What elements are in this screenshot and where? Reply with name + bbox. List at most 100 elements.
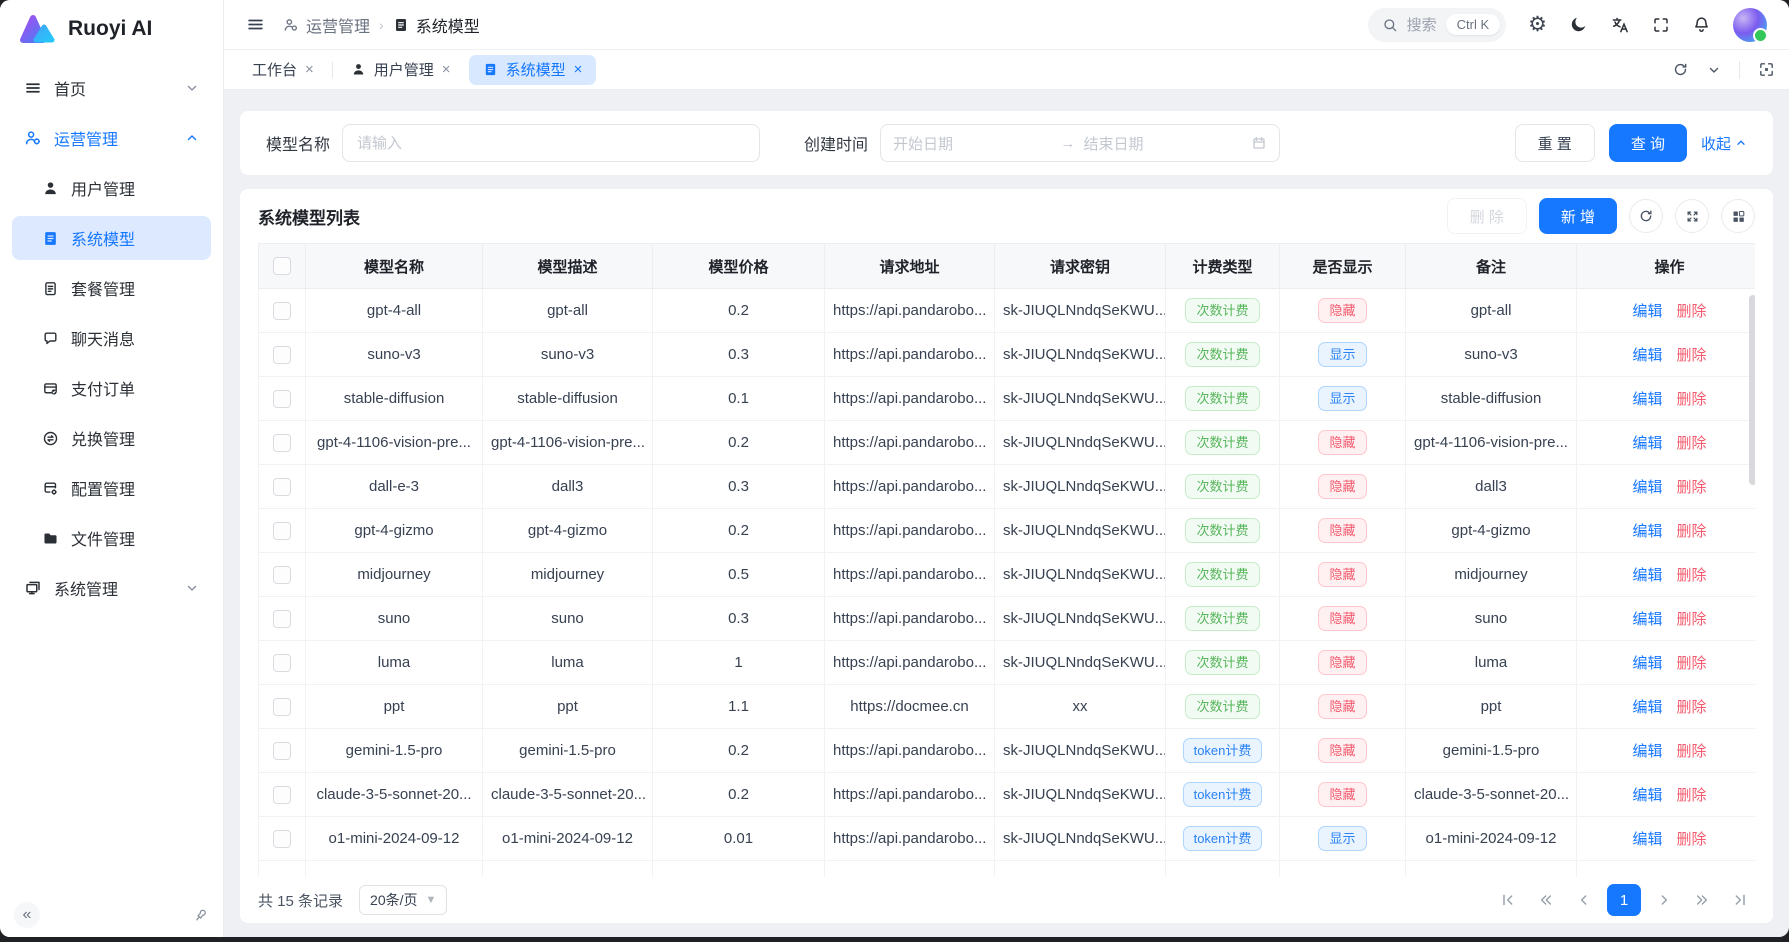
row-checkbox[interactable] (273, 522, 291, 540)
delete-link[interactable]: 删除 (1677, 435, 1707, 452)
sidebar-item-chat-messages[interactable]: 聊天消息 (12, 316, 211, 360)
global-search[interactable]: 搜索 Ctrl K (1368, 8, 1507, 42)
first-page-icon[interactable] (1493, 885, 1523, 915)
delete-link[interactable]: 删除 (1677, 303, 1707, 320)
add-button[interactable]: 新 增 (1539, 198, 1617, 234)
tab-workbench[interactable]: 工作台 × (238, 55, 328, 85)
row-checkbox[interactable] (273, 786, 291, 804)
avatar[interactable] (1733, 8, 1767, 42)
delete-link[interactable]: 删除 (1677, 787, 1707, 804)
row-checkbox[interactable] (273, 346, 291, 364)
model-name-input[interactable] (342, 124, 760, 162)
row-checkbox[interactable] (273, 390, 291, 408)
tab-user-management[interactable]: 用户管理 × (337, 55, 465, 85)
query-button[interactable]: 查 询 (1609, 124, 1687, 162)
delete-link[interactable]: 删除 (1677, 347, 1707, 364)
date-range-input[interactable]: 开始日期 → 结束日期 (880, 124, 1280, 162)
table-scrollbar[interactable] (1749, 295, 1755, 485)
delete-link[interactable]: 删除 (1677, 391, 1707, 408)
cell-billing-type: 次数计费 (1166, 509, 1280, 553)
table-row: dall-e-3dall30.3https://api.pandarobo...… (259, 465, 1756, 509)
translate-icon[interactable] (1610, 15, 1630, 35)
next-page-icon[interactable] (1649, 885, 1679, 915)
edit-link[interactable]: 编辑 (1632, 523, 1662, 540)
current-page[interactable]: 1 (1607, 884, 1641, 916)
cell-remark: gemini-1.5-pro (1406, 729, 1577, 773)
prev-page-icon[interactable] (1569, 885, 1599, 915)
fullscreen-icon[interactable] (1652, 16, 1670, 34)
sidebar-item-home[interactable]: 首页 (12, 66, 211, 110)
sidebar-collapse-button[interactable]: « (14, 902, 40, 928)
row-checkbox[interactable] (273, 566, 291, 584)
cell-request-key: sk-JIUQLNndqSeKWU... (995, 729, 1166, 773)
moon-icon[interactable] (1569, 15, 1588, 34)
pin-icon[interactable] (189, 903, 213, 927)
delete-link[interactable]: 删除 (1677, 831, 1707, 848)
edit-link[interactable]: 编辑 (1632, 479, 1662, 496)
close-icon[interactable]: × (442, 61, 451, 78)
delete-link[interactable]: 删除 (1677, 611, 1707, 628)
settings-icon[interactable]: ⚙ (1528, 14, 1547, 35)
sidebar-item-config-management[interactable]: 配置管理 (12, 466, 211, 510)
sidebar-item-payment-orders[interactable]: 支付订单 (12, 366, 211, 410)
page-size-select[interactable]: 20条/页 ▼ (359, 885, 447, 915)
close-icon[interactable]: × (574, 61, 583, 78)
content-fullscreen-icon[interactable] (1758, 61, 1775, 78)
select-all-checkbox[interactable] (273, 257, 291, 275)
refresh-icon[interactable] (1672, 61, 1689, 78)
delete-link[interactable]: 删除 (1677, 743, 1707, 760)
column-setting-button[interactable] (1721, 199, 1755, 233)
edit-link[interactable]: 编辑 (1632, 435, 1662, 452)
sidebar-item-user-management[interactable]: 用户管理 (12, 166, 211, 210)
row-checkbox[interactable] (273, 302, 291, 320)
row-checkbox[interactable] (273, 698, 291, 716)
edit-link[interactable]: 编辑 (1632, 567, 1662, 584)
delete-link[interactable]: 删除 (1677, 567, 1707, 584)
row-checkbox[interactable] (273, 830, 291, 848)
sidebar-item-package-management[interactable]: 套餐管理 (12, 266, 211, 310)
cell-remark: luma (1406, 641, 1577, 685)
edit-link[interactable]: 编辑 (1632, 699, 1662, 716)
sidebar-item-system-model[interactable]: 系统模型 (12, 216, 211, 260)
edit-link[interactable]: 编辑 (1632, 303, 1662, 320)
sidebar-toggle-icon[interactable] (246, 15, 265, 34)
tab-system-model[interactable]: 系统模型 × (469, 55, 597, 85)
edit-link[interactable]: 编辑 (1632, 655, 1662, 672)
delete-button[interactable]: 删 除 (1447, 198, 1527, 234)
cell-model-desc: ppt (483, 685, 653, 729)
edit-link[interactable]: 编辑 (1632, 347, 1662, 364)
row-checkbox[interactable] (273, 434, 291, 452)
breadcrumb-parent[interactable]: 运营管理 (283, 13, 370, 37)
prev-double-icon[interactable] (1531, 885, 1561, 915)
collapse-filter-link[interactable]: 收起 (1701, 133, 1747, 154)
row-checkbox[interactable] (273, 742, 291, 760)
last-page-icon[interactable] (1725, 885, 1755, 915)
sidebar-item-operations[interactable]: 运营管理 (12, 116, 211, 160)
reset-button[interactable]: 重 置 (1515, 124, 1595, 162)
edit-link[interactable]: 编辑 (1632, 831, 1662, 848)
edit-link[interactable]: 编辑 (1632, 391, 1662, 408)
sidebar-item-file-management[interactable]: 文件管理 (12, 516, 211, 560)
row-checkbox[interactable] (273, 654, 291, 672)
fullscreen-table-button[interactable] (1675, 199, 1709, 233)
billing-type-badge: 次数计费 (1185, 386, 1259, 412)
model-doc-icon (483, 62, 498, 77)
row-checkbox[interactable] (273, 478, 291, 496)
sidebar-item-redeem-management[interactable]: 兑换管理 (12, 416, 211, 460)
close-icon[interactable]: × (305, 61, 314, 78)
delete-link[interactable]: 删除 (1677, 655, 1707, 672)
sidebar-item-system-management[interactable]: 系统管理 (12, 566, 211, 610)
delete-link[interactable]: 删除 (1677, 479, 1707, 496)
edit-link[interactable]: 编辑 (1632, 743, 1662, 760)
logo[interactable]: Ruoyi AI (0, 0, 223, 58)
delete-link[interactable]: 删除 (1677, 523, 1707, 540)
row-checkbox[interactable] (273, 610, 291, 628)
next-double-icon[interactable] (1687, 885, 1717, 915)
chevron-down-icon[interactable] (1707, 63, 1721, 77)
refresh-button[interactable] (1629, 199, 1663, 233)
edit-link[interactable]: 编辑 (1632, 787, 1662, 804)
edit-link[interactable]: 编辑 (1632, 611, 1662, 628)
cell-visibility: 隐藏 (1280, 289, 1406, 333)
bell-icon[interactable] (1692, 15, 1711, 34)
delete-link[interactable]: 删除 (1677, 699, 1707, 716)
